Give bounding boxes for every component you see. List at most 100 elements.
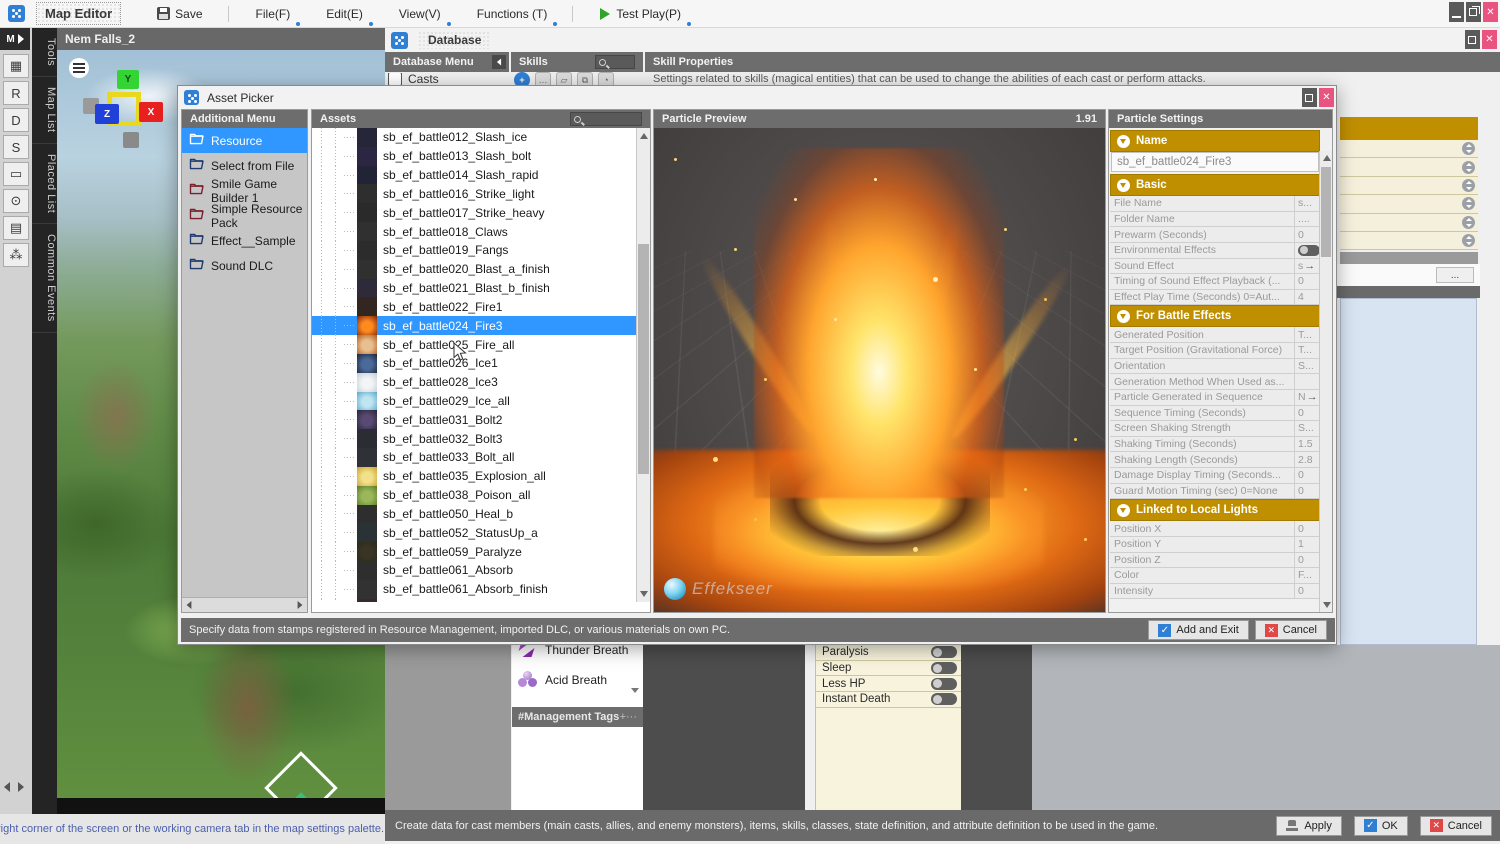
section-header-for-battle-effects[interactable]: For Battle Effects	[1110, 305, 1320, 327]
asset-item[interactable]: sb_ef_battle025_Fire_all	[312, 335, 638, 354]
scroll-up-icon[interactable]	[640, 133, 648, 139]
scrollbar-thumb[interactable]	[638, 244, 649, 474]
section-header-linked-to-local-lights[interactable]: Linked to Local Lights	[1110, 499, 1320, 521]
property-row[interactable]: Position Z0	[1110, 553, 1320, 569]
section-header-name[interactable]: Name	[1110, 130, 1320, 152]
database-menu-item-casts[interactable]: Casts	[388, 73, 508, 85]
property-row[interactable]: Screen Shaking StrengthS...	[1110, 421, 1320, 437]
property-row[interactable]: Shaking Timing (Seconds)1.5	[1110, 437, 1320, 453]
property-row[interactable]: Generated PositionT...	[1110, 327, 1320, 343]
property-value[interactable]: N→	[1294, 390, 1320, 405]
property-value[interactable]: 0	[1294, 521, 1320, 536]
scroll-left-icon[interactable]	[187, 601, 192, 609]
apply-button[interactable]: Apply	[1276, 816, 1342, 836]
asset-item[interactable]: sb_ef_battle033_Bolt_all	[312, 448, 638, 467]
property-row[interactable]: Timing of Sound Effect Playback (...0	[1110, 274, 1320, 290]
property-value[interactable]	[1294, 374, 1320, 389]
asset-item[interactable]: sb_ef_battle052_StatusUp_a	[312, 523, 638, 542]
property-spinner-row[interactable]	[1340, 214, 1478, 232]
add-tag-button[interactable]: +···	[620, 711, 637, 723]
spinner-icon[interactable]	[1462, 142, 1475, 155]
property-row[interactable]: Shaking Length (Seconds)2.8	[1110, 452, 1320, 468]
property-row[interactable]: OrientationS...	[1110, 359, 1320, 375]
add-and-exit-button[interactable]: ✓ Add and Exit	[1148, 620, 1248, 640]
property-row[interactable]: Position X0	[1110, 521, 1320, 537]
settings-button[interactable]: ◔	[598, 72, 614, 85]
browse-button[interactable]: ...	[1436, 267, 1474, 283]
property-value[interactable]: 0	[1294, 274, 1320, 289]
asset-item[interactable]: sb_ef_battle013_Slash_bolt	[312, 147, 638, 166]
property-row[interactable]: Sequence Timing (Seconds)0	[1110, 406, 1320, 422]
camera-icon[interactable]: ⊙	[3, 189, 29, 213]
map-list-toggle[interactable]: M	[0, 28, 30, 50]
sidebar-tab-placed-list[interactable]: Placed List	[32, 144, 57, 224]
scroll-right-icon[interactable]	[298, 601, 303, 609]
restore-button[interactable]	[1466, 2, 1481, 22]
gizmo-x-axis[interactable]: X	[139, 102, 163, 122]
settings-scrollbar[interactable]	[1319, 151, 1332, 612]
property-value[interactable]: 0	[1294, 406, 1320, 421]
property-value[interactable]: T...	[1294, 343, 1320, 358]
particle-name-field[interactable]: sb_ef_battle024_Fire3	[1111, 152, 1319, 172]
property-value[interactable]: 0	[1294, 468, 1320, 483]
database-icon[interactable]: D	[3, 108, 29, 132]
property-value[interactable]: S...	[1294, 359, 1320, 374]
property-row[interactable]: ColorF...	[1110, 568, 1320, 584]
test-play-button[interactable]: Test Play(P)	[591, 2, 690, 26]
menu-view[interactable]: View(V)	[390, 2, 450, 26]
sidebar-tab-map-list[interactable]: Map List	[32, 77, 57, 144]
section-header-basic[interactable]: Basic	[1110, 174, 1320, 196]
asset-item[interactable]: sb_ef_battle038_Poison_all	[312, 486, 638, 505]
asset-item[interactable]: sb_ef_battle061_Absorb_finish	[312, 580, 638, 599]
scroll-left-icon[interactable]	[4, 782, 10, 792]
status-condition-row[interactable]: Paralysis	[816, 645, 961, 661]
ok-button[interactable]: ✓ OK	[1354, 816, 1408, 836]
folder-button[interactable]: ▱	[556, 72, 572, 85]
toggle-switch[interactable]	[931, 646, 957, 658]
property-value[interactable]: s→	[1294, 259, 1320, 274]
property-spinner-row[interactable]	[1340, 232, 1478, 250]
scroll-up-icon[interactable]	[1323, 155, 1331, 161]
scroll-down-icon[interactable]	[1323, 602, 1331, 608]
asset-item[interactable]: sb_ef_battle019_Fangs	[312, 241, 638, 260]
menu-file[interactable]: File(F)	[247, 2, 300, 26]
scroll-down-icon[interactable]	[640, 591, 648, 597]
asset-picker-close-button[interactable]: ✕	[1319, 88, 1334, 107]
status-condition-row[interactable]: Less HP	[816, 676, 961, 692]
menu-functions[interactable]: Functions (T)	[468, 2, 557, 26]
property-row[interactable]: Environmental Effects	[1110, 243, 1320, 259]
property-spinner-row[interactable]	[1340, 195, 1478, 213]
property-value[interactable]: 1.5	[1294, 437, 1320, 452]
skill-list-item[interactable]: Acid Breath	[512, 667, 643, 693]
asset-item[interactable]: sb_ef_battle018_Claws	[312, 222, 638, 241]
particle-preview-canvas[interactable]: Effekseer	[654, 128, 1105, 612]
asset-picker-restore-button[interactable]	[1302, 88, 1317, 107]
resource-icon[interactable]: R	[3, 81, 29, 105]
property-value[interactable]: 2.8	[1294, 452, 1320, 467]
additional-menu-item[interactable]: Select from File	[182, 153, 307, 178]
asset-item[interactable]: sb_ef_battle062_Death	[312, 599, 638, 602]
more-button[interactable]: …	[535, 72, 551, 85]
asset-item[interactable]: sb_ef_battle021_Blast_b_finish	[312, 279, 638, 298]
asset-item[interactable]: sb_ef_battle050_Heal_b	[312, 505, 638, 524]
axis-gizmo[interactable]: Y Z X	[77, 60, 187, 170]
asset-item[interactable]: sb_ef_battle014_Slash_rapid	[312, 166, 638, 185]
asset-item[interactable]: sb_ef_battle022_Fire1	[312, 297, 638, 316]
property-row[interactable]: Prewarm (Seconds)0	[1110, 227, 1320, 243]
asset-item[interactable]: sb_ef_battle017_Strike_heavy	[312, 203, 638, 222]
additional-menu-item[interactable]: Smile Game Builder 1	[182, 178, 307, 203]
close-button[interactable]: ✕	[1483, 2, 1498, 22]
toggle-switch[interactable]	[931, 662, 957, 674]
monitor-icon[interactable]: ▭	[3, 162, 29, 186]
gizmo-z-axis[interactable]: Z	[95, 104, 119, 124]
asset-item[interactable]: sb_ef_battle024_Fire3	[312, 316, 638, 335]
additional-menu-item[interactable]: Sound DLC	[182, 253, 307, 278]
property-row[interactable]: Damage Display Timing (Seconds...0	[1110, 468, 1320, 484]
toggle-switch[interactable]	[1298, 245, 1320, 256]
property-row[interactable]: File Names...	[1110, 196, 1320, 212]
property-row[interactable]: Folder Name....	[1110, 212, 1320, 228]
property-spinner-row[interactable]	[1340, 177, 1478, 195]
asset-item[interactable]: sb_ef_battle016_Strike_light	[312, 184, 638, 203]
stamp-pencil-icon[interactable]: ▦	[3, 54, 29, 78]
spinner-icon[interactable]	[1462, 161, 1475, 174]
